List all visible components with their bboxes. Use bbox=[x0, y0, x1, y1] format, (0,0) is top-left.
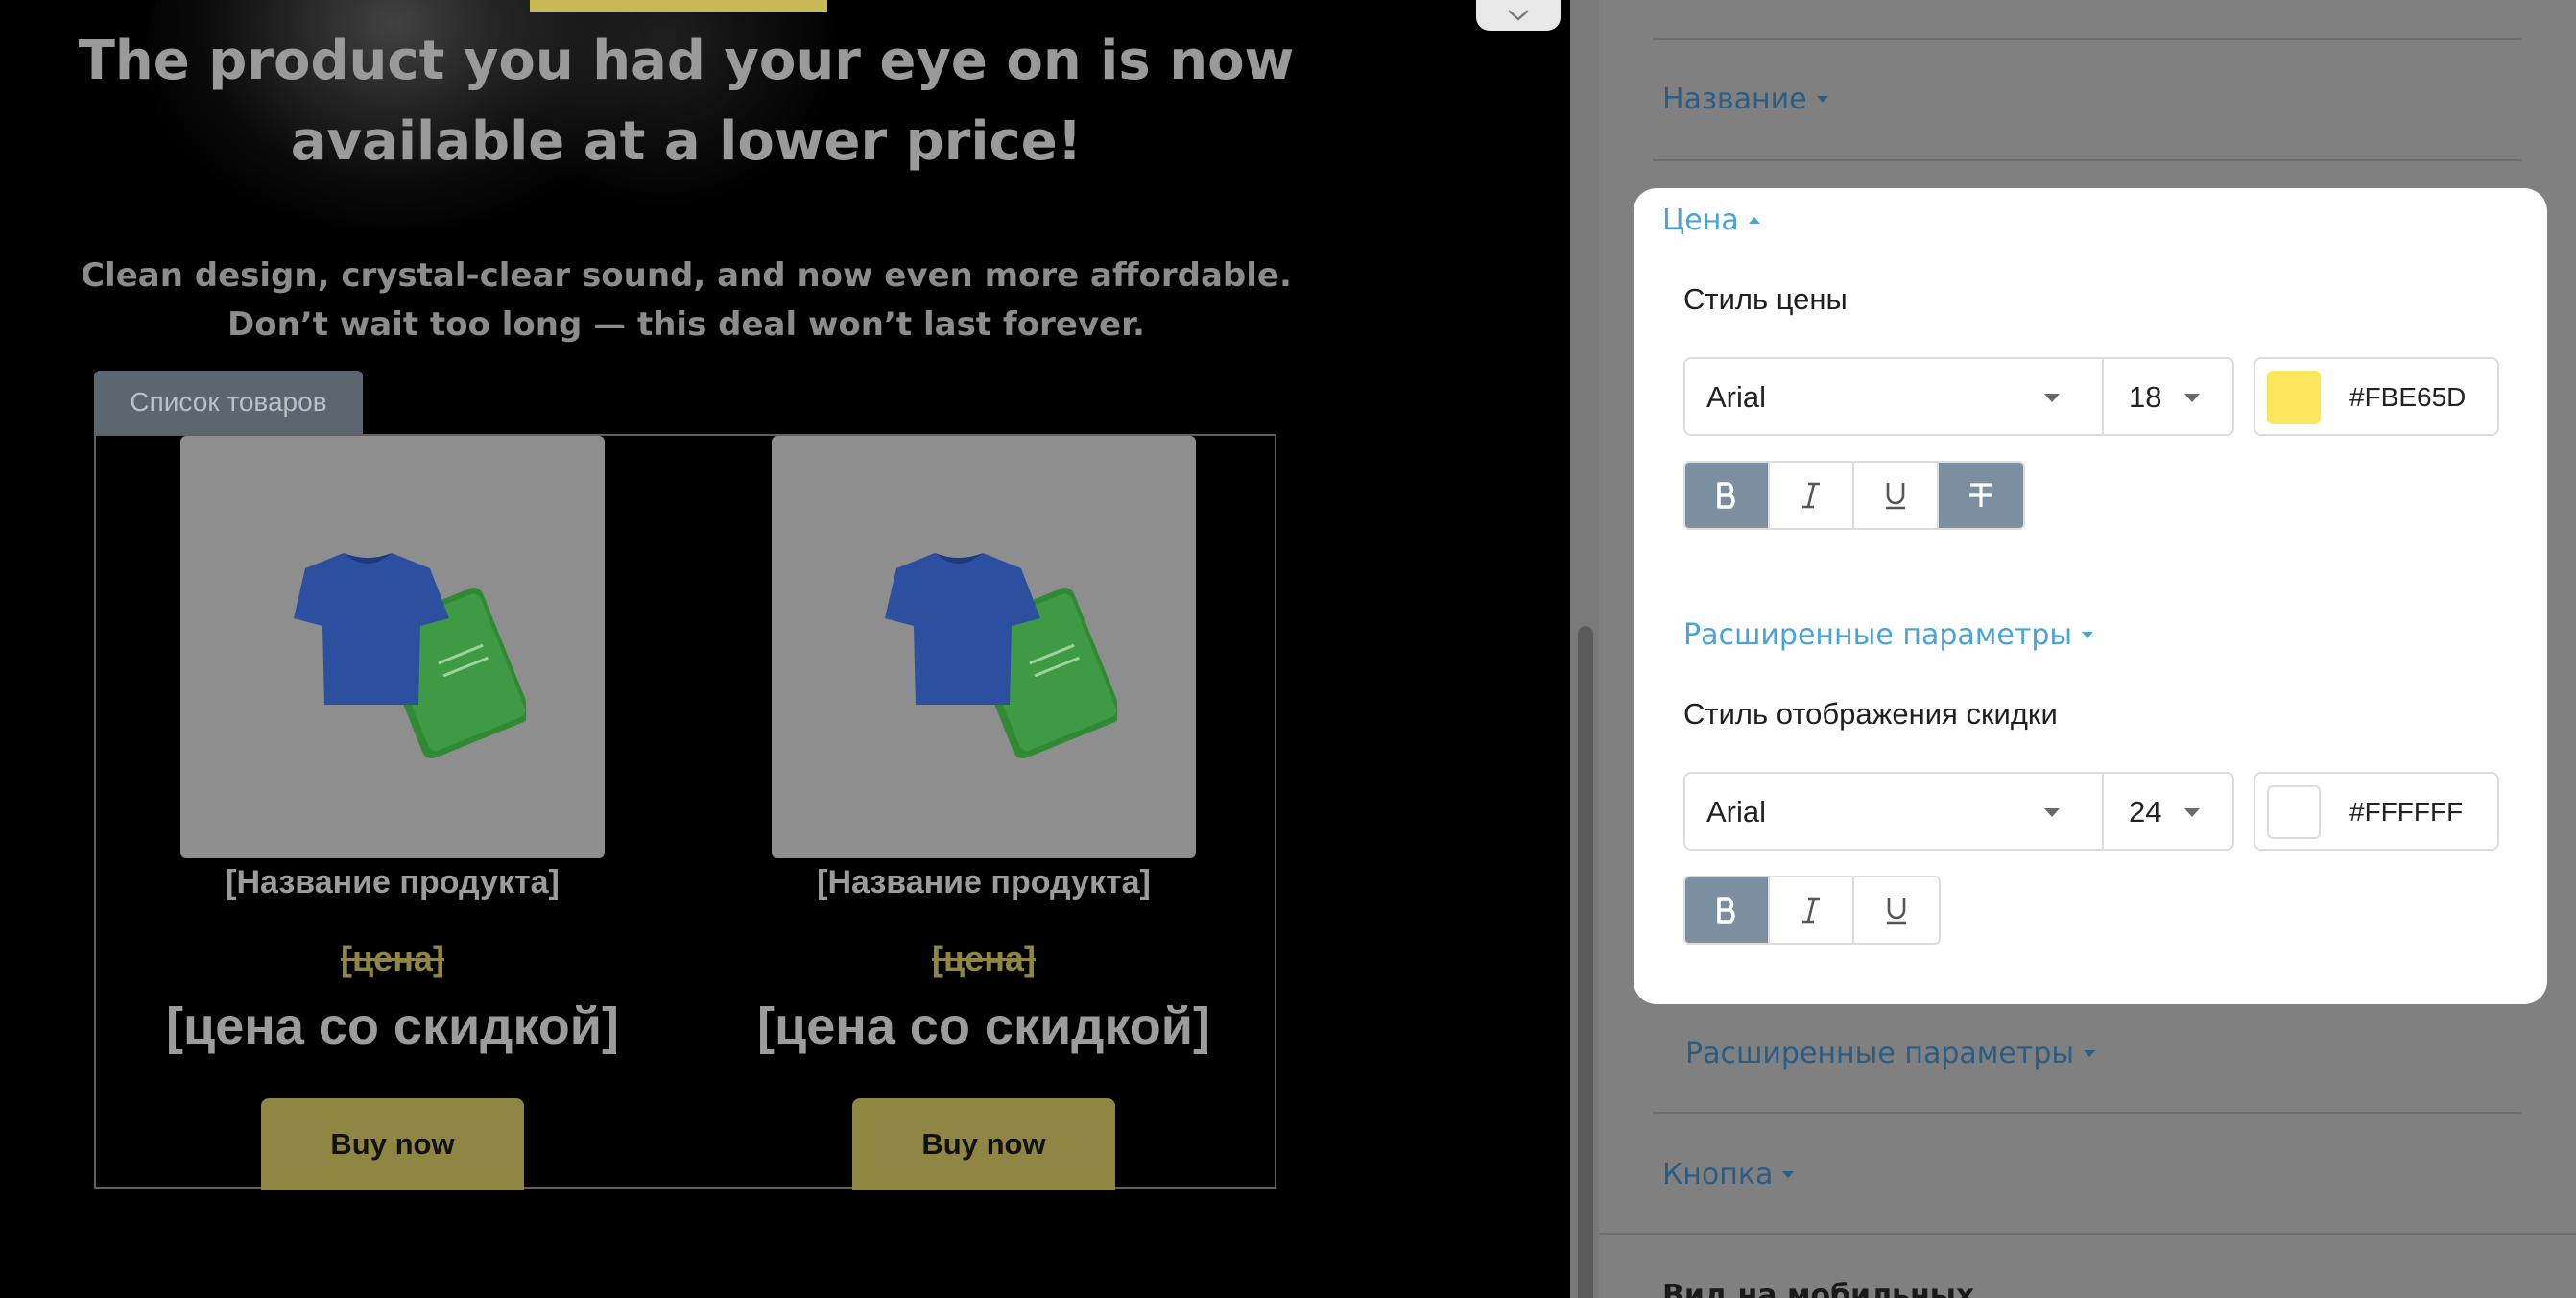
italic-icon bbox=[1802, 482, 1820, 509]
divider bbox=[1653, 1112, 2522, 1114]
underline-icon bbox=[1887, 898, 1906, 925]
bold-toggle[interactable] bbox=[1685, 463, 1770, 528]
section-mobile-toggle[interactable]: Вид на мобильных bbox=[1662, 1279, 1974, 1298]
discount-advanced-toggle[interactable]: Расширенные параметры bbox=[1685, 1037, 2096, 1070]
discount-color-hex: #FFFFFF bbox=[2349, 797, 2464, 827]
price-size-select[interactable]: 18 bbox=[2102, 357, 2234, 436]
hero-badge bbox=[530, 0, 827, 12]
product-card[interactable]: [Название продукта] [цена] [цена со скид… bbox=[757, 436, 1213, 1190]
underline-toggle[interactable] bbox=[1854, 463, 1939, 528]
preview-scrollbar-thumb[interactable] bbox=[1578, 626, 1593, 1298]
italic-toggle[interactable] bbox=[1770, 877, 1854, 943]
dropdown-caret-icon bbox=[2044, 808, 2060, 817]
bold-toggle[interactable] bbox=[1685, 877, 1770, 943]
discount-color-swatch[interactable] bbox=[2267, 785, 2321, 839]
product-discount-price: [цена со скидкой] bbox=[166, 998, 619, 1055]
discount-color-picker[interactable]: #FFFFFF bbox=[2254, 772, 2499, 851]
caret-down-icon bbox=[2084, 1050, 2096, 1057]
product-price: [цена] bbox=[341, 939, 444, 978]
dropdown-caret-icon bbox=[2044, 394, 2060, 402]
product-name: [Название продукта] bbox=[817, 864, 1151, 901]
product-placeholder-icon bbox=[294, 553, 526, 759]
product-card[interactable]: [Название продукта] [цена] [цена со скид… bbox=[166, 436, 622, 1190]
section-button-toggle[interactable]: Кнопка bbox=[1662, 1158, 1795, 1191]
advanced-label: Расширенные параметры bbox=[1685, 1037, 2075, 1070]
product-price: [цена] bbox=[932, 939, 1036, 978]
price-settings-panel: Цена Стиль цены Arial 18 #FBE65D Расшире… bbox=[1634, 188, 2547, 1004]
italic-toggle[interactable] bbox=[1770, 463, 1854, 528]
bold-icon bbox=[1717, 897, 1735, 924]
strikethrough-icon bbox=[1969, 483, 1992, 507]
discount-size-select[interactable]: 24 bbox=[2102, 772, 2234, 851]
divider bbox=[1653, 159, 2522, 161]
section-price-toggle[interactable]: Цена bbox=[1662, 204, 1760, 237]
discount-style-label: Стиль отображения скидки bbox=[1683, 697, 2058, 731]
discount-format-toggles bbox=[1683, 876, 1941, 945]
buy-now-button[interactable]: Buy now bbox=[852, 1098, 1115, 1190]
advanced-label: Расширенные параметры bbox=[1683, 618, 2073, 652]
price-style-label: Стиль цены bbox=[1683, 282, 1848, 316]
section-name-toggle[interactable]: Название bbox=[1662, 83, 1828, 116]
underline-icon bbox=[1886, 483, 1905, 510]
price-advanced-toggle[interactable]: Расширенные параметры bbox=[1683, 618, 2094, 652]
section-mobile-label: Вид на мобильных bbox=[1662, 1279, 1975, 1298]
product-name: [Название продукта] bbox=[226, 864, 560, 901]
product-placeholder-icon bbox=[885, 553, 1117, 759]
discount-font-value: Arial bbox=[1706, 795, 1767, 829]
section-name-label: Название bbox=[1662, 83, 1807, 116]
caret-up-icon bbox=[1748, 217, 1760, 224]
italic-icon bbox=[1802, 897, 1820, 924]
discount-font-select[interactable]: Arial bbox=[1683, 772, 2104, 851]
divider bbox=[1653, 38, 2522, 40]
section-price-label: Цена bbox=[1662, 204, 1739, 237]
caret-down-icon bbox=[2082, 632, 2094, 638]
buy-now-button[interactable]: Buy now bbox=[261, 1098, 524, 1190]
email-preview: The product you had your eye on is now a… bbox=[0, 0, 1570, 1298]
strikethrough-toggle[interactable] bbox=[1939, 463, 2023, 528]
dropdown-caret-icon bbox=[2184, 394, 2200, 402]
price-font-value: Arial bbox=[1706, 380, 1767, 414]
caret-down-icon bbox=[1816, 96, 1828, 103]
chevron-down-icon bbox=[1508, 10, 1529, 21]
underline-toggle[interactable] bbox=[1854, 877, 1939, 943]
discount-size-value: 24 bbox=[2129, 795, 2162, 829]
product-image bbox=[772, 436, 1196, 858]
collapse-button[interactable] bbox=[1476, 0, 1561, 31]
product-image bbox=[180, 436, 605, 858]
divider bbox=[1599, 1233, 2576, 1235]
price-font-select[interactable]: Arial bbox=[1683, 357, 2104, 436]
section-button-label: Кнопка bbox=[1662, 1158, 1774, 1191]
price-size-value: 18 bbox=[2129, 380, 2162, 414]
products-list-tab[interactable]: Список товаров bbox=[94, 371, 363, 434]
hero-subtitle: Clean design, crystal-clear sound, and n… bbox=[81, 256, 1292, 344]
bold-icon bbox=[1717, 482, 1735, 509]
price-color-hex: #FBE65D bbox=[2349, 382, 2467, 412]
caret-down-icon bbox=[1782, 1171, 1795, 1178]
price-format-toggles bbox=[1683, 461, 2025, 530]
price-color-swatch[interactable] bbox=[2267, 371, 2321, 424]
products-list-block[interactable]: [Название продукта] [цена] [цена со скид… bbox=[94, 434, 1276, 1190]
hero-title: The product you had your eye on is now a… bbox=[78, 30, 1295, 173]
price-color-picker[interactable]: #FBE65D bbox=[2254, 357, 2499, 436]
product-discount-price: [цена со скидкой] bbox=[757, 998, 1210, 1055]
dropdown-caret-icon bbox=[2184, 808, 2200, 817]
